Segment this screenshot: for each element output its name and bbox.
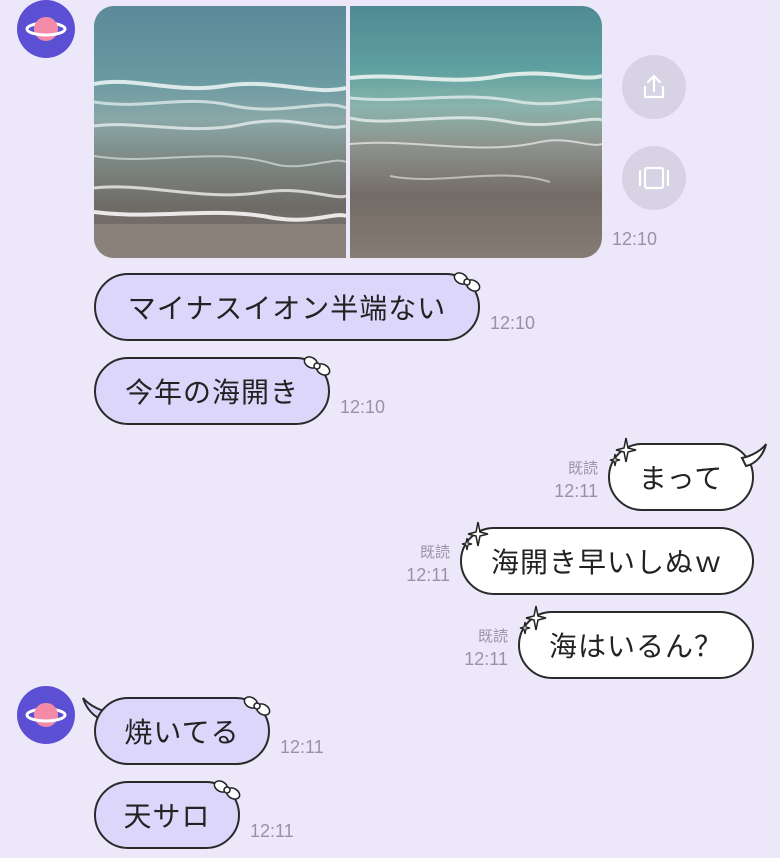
- sparkle-icon: [609, 437, 637, 467]
- message-text: 天サロ: [123, 800, 211, 833]
- ribbon-bow-icon: [243, 696, 271, 716]
- sparkle-icon: [519, 605, 547, 635]
- message-timestamp: 12:10: [340, 397, 386, 417]
- message-meta: 既読 12:11: [540, 458, 598, 502]
- beach-waves-photo: [94, 6, 346, 258]
- bubble-tail: [740, 443, 767, 468]
- photo-timestamp: 12:10: [612, 229, 658, 249]
- beach-waves-photo: [350, 6, 602, 258]
- slideshow-button[interactable]: [622, 146, 686, 210]
- message-text: マイナスイオン半端ない: [127, 292, 447, 325]
- sparkle-icon: [461, 521, 489, 551]
- message-meta: 既読 12:11: [392, 542, 450, 586]
- read-receipt: 既読: [419, 544, 450, 561]
- message-timestamp: 12:11: [406, 565, 450, 585]
- message-timestamp: 12:11: [464, 649, 508, 669]
- photo-left[interactable]: [94, 6, 346, 258]
- share-button[interactable]: [622, 55, 686, 119]
- share-icon: [643, 74, 665, 99]
- message-text: 焼いてる: [124, 716, 240, 749]
- message-timestamp: 12:11: [280, 737, 324, 757]
- read-receipt: 既読: [477, 628, 508, 645]
- message-text: 海はいるん？: [548, 630, 723, 663]
- slideshow-icon: [638, 166, 670, 190]
- contact-avatar[interactable]: [17, 0, 75, 58]
- planet-icon: [25, 17, 67, 41]
- contact-avatar[interactable]: [17, 686, 75, 744]
- outgoing-message-bubble[interactable]: 海開き早いしぬｗ: [460, 527, 754, 595]
- ribbon-bow-icon: [213, 780, 241, 800]
- planet-icon: [25, 703, 67, 727]
- ribbon-bow-icon: [303, 356, 331, 376]
- message-text: 今年の海開き: [124, 376, 299, 409]
- message-timestamp: 12:11: [250, 821, 294, 841]
- message-timestamp: 12:11: [554, 481, 598, 501]
- incoming-message-bubble[interactable]: 今年の海開き: [94, 357, 330, 425]
- message-text: まって: [638, 462, 724, 495]
- ribbon-bow-icon: [453, 272, 481, 292]
- incoming-message-bubble[interactable]: マイナスイオン半端ない: [94, 273, 480, 341]
- message-meta: 既読 12:11: [450, 626, 508, 670]
- message-timestamp: 12:10: [490, 313, 536, 333]
- read-receipt: 既読: [567, 460, 598, 477]
- message-text: 海開き早いしぬｗ: [490, 546, 723, 579]
- photo-right[interactable]: [350, 6, 602, 258]
- outgoing-message-bubble[interactable]: 海はいるん？: [518, 611, 754, 679]
